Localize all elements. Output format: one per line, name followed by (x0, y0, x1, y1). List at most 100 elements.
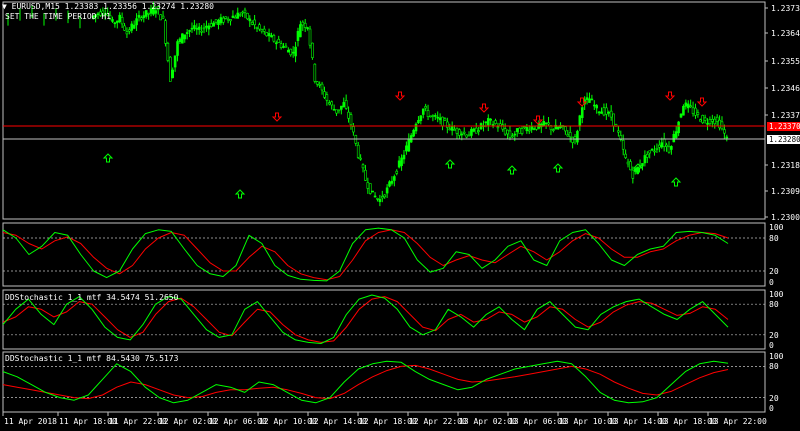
candle-body (130, 23, 134, 31)
arrow-down-icon (664, 91, 676, 101)
candle-body (631, 169, 635, 179)
candle-body (723, 129, 726, 134)
candle-body (706, 122, 709, 125)
panel-frame-0 (2, 1, 766, 220)
candle-body (708, 119, 712, 124)
candle-body (585, 97, 589, 100)
candle-body (291, 51, 295, 54)
candle-body (665, 144, 668, 147)
candle-body (229, 19, 232, 22)
candle-body (643, 155, 647, 164)
candle-body (118, 14, 122, 23)
price-label: 1.23735 (771, 4, 800, 13)
candle-body (412, 129, 415, 137)
candle-body (474, 127, 478, 134)
collapse-triangle-icon[interactable]: ▼ (2, 2, 7, 11)
candle-body (672, 134, 676, 143)
candle-body (725, 136, 729, 139)
candle-body (532, 128, 536, 130)
candle-body (515, 128, 519, 132)
candle-body (431, 115, 435, 117)
candle-body (486, 118, 490, 126)
candle-body (200, 30, 203, 33)
candle-body (274, 42, 278, 45)
candle-body (166, 42, 170, 61)
candle-body (624, 153, 627, 158)
candle-body (715, 116, 719, 122)
candle-body (364, 169, 367, 181)
candle-body (689, 105, 692, 108)
candle-body (621, 139, 625, 150)
candle-body (356, 144, 360, 158)
candle-body (327, 102, 331, 105)
candle-body (299, 24, 302, 38)
candle-body (306, 27, 309, 29)
symbol-line: EURUSD,M15 1.23383 1.23356 1.23274 1.232… (11, 2, 214, 11)
candle-body (173, 55, 177, 68)
candle-body (195, 28, 199, 30)
candle-body (142, 15, 146, 19)
candle-body (361, 164, 365, 169)
candle-body (402, 154, 406, 160)
stoch-scale-label: 0 (769, 404, 774, 413)
current-price-tag: 1.23370 (767, 122, 800, 131)
candle-body (330, 101, 334, 106)
candle-body (315, 81, 319, 85)
candle-body (686, 103, 690, 109)
candle-body (226, 18, 230, 21)
candle-body (571, 136, 574, 143)
candle-body (597, 111, 601, 114)
candle-body (494, 120, 497, 124)
candle-body (696, 112, 700, 115)
candle-body (243, 9, 247, 13)
candle-body (472, 128, 476, 132)
candle-body (552, 129, 555, 131)
candle-body (446, 121, 449, 128)
candle-body (600, 111, 603, 114)
candle-body (337, 109, 341, 112)
candle-body (436, 116, 440, 119)
candle-body (168, 56, 172, 82)
chart-canvas[interactable] (0, 0, 800, 431)
candle-body (496, 126, 500, 129)
stoch-scale-label: 20 (769, 267, 779, 276)
candle-body (629, 161, 632, 171)
symbol-header: ▼ EURUSD,M15 1.23383 1.23356 1.23274 1.2… (2, 2, 214, 11)
candle-body (154, 10, 158, 14)
chart-window[interactable]: ▼ EURUSD,M15 1.23383 1.23356 1.23274 1.2… (0, 0, 800, 431)
candle-body (679, 113, 683, 118)
candle-body (523, 126, 526, 128)
stoch-scale-label: 0 (769, 341, 774, 350)
candle-body (289, 48, 293, 56)
arrow-up-icon (444, 159, 456, 169)
candle-body (246, 12, 249, 20)
candle-body (205, 25, 208, 28)
candle-body (197, 26, 201, 30)
candle-body (147, 12, 150, 15)
candle-body (188, 30, 191, 32)
candle-body (371, 190, 374, 193)
time-label: 13 Apr 22:00 (709, 417, 767, 426)
candle-body (325, 94, 329, 101)
candle-body (393, 176, 396, 181)
candle-body (332, 109, 336, 111)
candle-body (219, 17, 223, 24)
candle-body (462, 131, 466, 134)
candle-body (414, 123, 418, 132)
bid-price-tag: 1.23280 (767, 135, 800, 144)
candle-body (602, 107, 606, 116)
candle-body (542, 121, 546, 127)
stoch-scale-label: 20 (769, 393, 779, 403)
candle-body (489, 118, 493, 121)
candle-body (342, 102, 346, 108)
candle-body (467, 134, 471, 137)
candle-body (477, 130, 480, 132)
candle-body (441, 116, 444, 127)
price-label: 1.23185 (771, 161, 800, 170)
candle-body (455, 127, 459, 134)
candle-body (578, 115, 582, 127)
candle-body (501, 124, 505, 130)
candle-body (658, 144, 661, 148)
candle-body (193, 25, 196, 29)
candle-body (453, 129, 456, 131)
